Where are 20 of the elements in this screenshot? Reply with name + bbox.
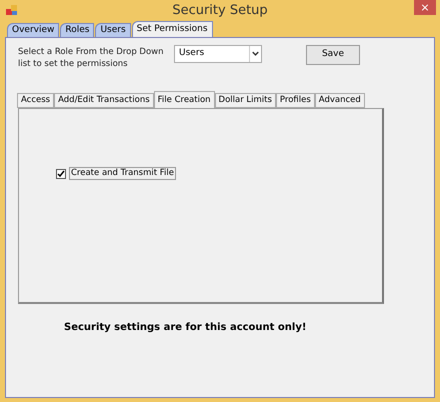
window-title: Security Setup [172, 2, 268, 20]
tab[interactable]: Access [17, 93, 54, 108]
tab[interactable]: Users [95, 23, 131, 37]
role-prompt: Select a Role From the Drop Down list to set the permissions [18, 46, 165, 70]
tab[interactable]: Advanced [314, 93, 365, 108]
option-label: Create and Transmit File [69, 167, 176, 180]
role-dropdown[interactable]: Users [174, 45, 262, 63]
notice: Security settings are for this account only! [64, 321, 308, 335]
close-button[interactable]: × [414, 0, 436, 15]
tab[interactable]: Roles [60, 23, 94, 37]
tab[interactable]: Set Permissions [132, 21, 213, 37]
tab[interactable]: Dollar Limits [214, 93, 276, 108]
tab[interactable]: Add/Edit Transactions [54, 93, 154, 108]
tab[interactable]: File Creation [154, 91, 215, 108]
checkbox[interactable] [56, 168, 66, 178]
tab[interactable]: Overview [7, 23, 60, 37]
dropdown-arrow-icon [249, 46, 261, 62]
tab[interactable]: Profiles [276, 93, 315, 108]
save-button[interactable]: Save [306, 45, 360, 65]
app-icon [6, 4, 18, 16]
